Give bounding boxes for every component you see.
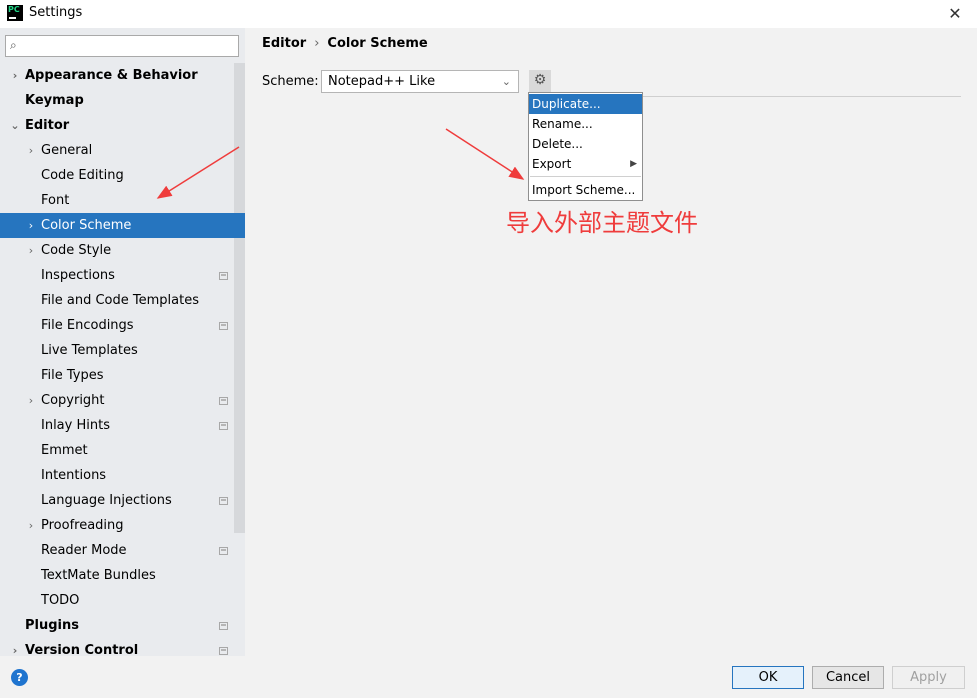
ok-button[interactable]: OK xyxy=(732,666,804,689)
cancel-button[interactable]: Cancel xyxy=(812,666,884,689)
apply-button[interactable]: Apply xyxy=(892,666,965,689)
annotation-text: 导入外部主题文件 xyxy=(506,209,698,237)
help-icon[interactable]: ? xyxy=(11,669,28,686)
dialog-footer: ? OK Cancel Apply xyxy=(0,656,977,698)
annotation-arrows xyxy=(156,128,525,199)
annotation-arrow-right xyxy=(445,128,525,180)
annotation-arrow-left xyxy=(156,146,240,199)
